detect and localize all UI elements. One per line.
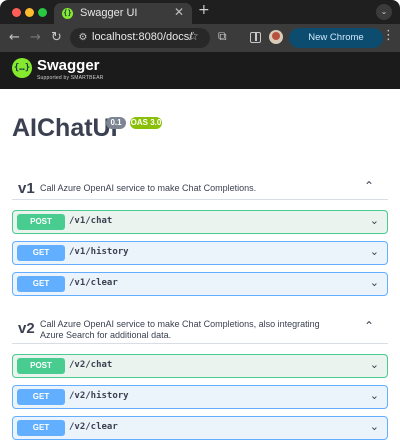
forward-arrow-icon[interactable]: → <box>30 29 41 47</box>
operation-path: /v1/history <box>69 247 129 257</box>
swagger-logo-text[interactable]: Swagger <box>37 57 100 74</box>
swagger-topbar: {…} Swagger Supported by SMARTBEAR <box>0 52 400 89</box>
browser-tab-strip: {} Swagger UI ✕ + ⌄ <box>0 0 400 24</box>
method-badge: GET <box>17 245 65 261</box>
extensions-icon[interactable]: ⧉ <box>218 29 227 44</box>
close-window-button[interactable] <box>12 8 21 17</box>
chevron-down-icon[interactable]: ⌄ <box>370 389 379 402</box>
method-badge: GET <box>17 389 65 405</box>
oas-badge: OAS 3.0 <box>130 117 162 129</box>
method-badge: POST <box>17 214 65 230</box>
swagger-favicon-icon: {} <box>62 8 73 19</box>
tag-description: Call Azure OpenAI service to make Chat C… <box>40 183 257 193</box>
method-badge: POST <box>17 358 65 374</box>
tab-close-icon[interactable]: ✕ <box>174 5 184 19</box>
operation-path: /v2/chat <box>69 360 113 370</box>
chevron-down-icon[interactable]: ⌄ <box>370 245 379 258</box>
url-text: localhost:8080/docs/ <box>92 31 193 43</box>
menu-dots-icon[interactable]: ⋮ <box>382 28 395 43</box>
operation-get-v1-clear[interactable]: GET /v1/clear ⌄ <box>12 272 388 296</box>
chevron-down-icon[interactable]: ⌄ <box>370 214 379 227</box>
tag-header-v2[interactable]: v2 Call Azure OpenAI service to make Cha… <box>12 314 388 344</box>
method-badge: GET <box>17 420 65 436</box>
chevron-down-icon[interactable]: ⌄ <box>370 276 379 289</box>
chevron-up-icon[interactable]: ⌃ <box>364 179 374 193</box>
operation-post-v2-chat[interactable]: POST /v2/chat ⌄ <box>12 354 388 378</box>
tag-description: Call Azure OpenAI service to make Chat C… <box>40 319 320 340</box>
operation-path: /v2/clear <box>69 422 118 432</box>
tag-name: v2 <box>18 320 35 337</box>
chevron-up-icon[interactable]: ⌃ <box>364 319 374 333</box>
operation-path: /v1/clear <box>69 278 118 288</box>
version-badge: 0.1 <box>106 117 126 129</box>
profile-avatar-icon[interactable] <box>269 30 283 44</box>
tab-title: Swagger UI <box>80 7 138 19</box>
operation-path: /v2/history <box>69 391 129 401</box>
side-panel-icon[interactable] <box>250 32 261 43</box>
operation-get-v2-clear[interactable]: GET /v2/clear ⌄ <box>12 416 388 440</box>
browser-tab[interactable]: {} Swagger UI ✕ <box>54 3 192 24</box>
chevron-down-icon[interactable]: ⌄ <box>370 420 379 433</box>
site-info-icon[interactable]: ⚙ <box>76 31 90 45</box>
tab-search-icon[interactable]: ⌄ <box>376 4 392 20</box>
operation-post-v1-chat[interactable]: POST /v1/chat ⌄ <box>12 210 388 234</box>
back-arrow-icon[interactable]: ← <box>9 29 20 47</box>
new-tab-button[interactable]: + <box>198 2 210 18</box>
chevron-down-icon[interactable]: ⌄ <box>370 358 379 371</box>
operation-path: /v1/chat <box>69 216 113 226</box>
bookmark-star-icon[interactable]: ☆ <box>188 29 199 43</box>
operation-get-v2-history[interactable]: GET /v2/history ⌄ <box>12 385 388 409</box>
api-title: AIChatUI <box>12 114 118 142</box>
swagger-logo-icon[interactable]: {…} <box>12 58 32 78</box>
chrome-update-button[interactable]: New Chrome available <box>289 28 383 63</box>
maximize-window-button[interactable] <box>38 8 47 17</box>
swagger-logo-subtitle: Supported by SMARTBEAR <box>37 75 104 81</box>
tag-header-v1[interactable]: v1 Call Azure OpenAI service to make Cha… <box>12 176 388 200</box>
operation-get-v1-history[interactable]: GET /v1/history ⌄ <box>12 241 388 265</box>
minimize-window-button[interactable] <box>25 8 34 17</box>
browser-toolbar: ← → ↻ ⚙ localhost:8080/docs/ ☆ ⧉ New Chr… <box>0 24 400 63</box>
method-badge: GET <box>17 276 65 292</box>
tag-name: v1 <box>18 180 35 197</box>
reload-icon[interactable]: ↻ <box>51 29 62 47</box>
